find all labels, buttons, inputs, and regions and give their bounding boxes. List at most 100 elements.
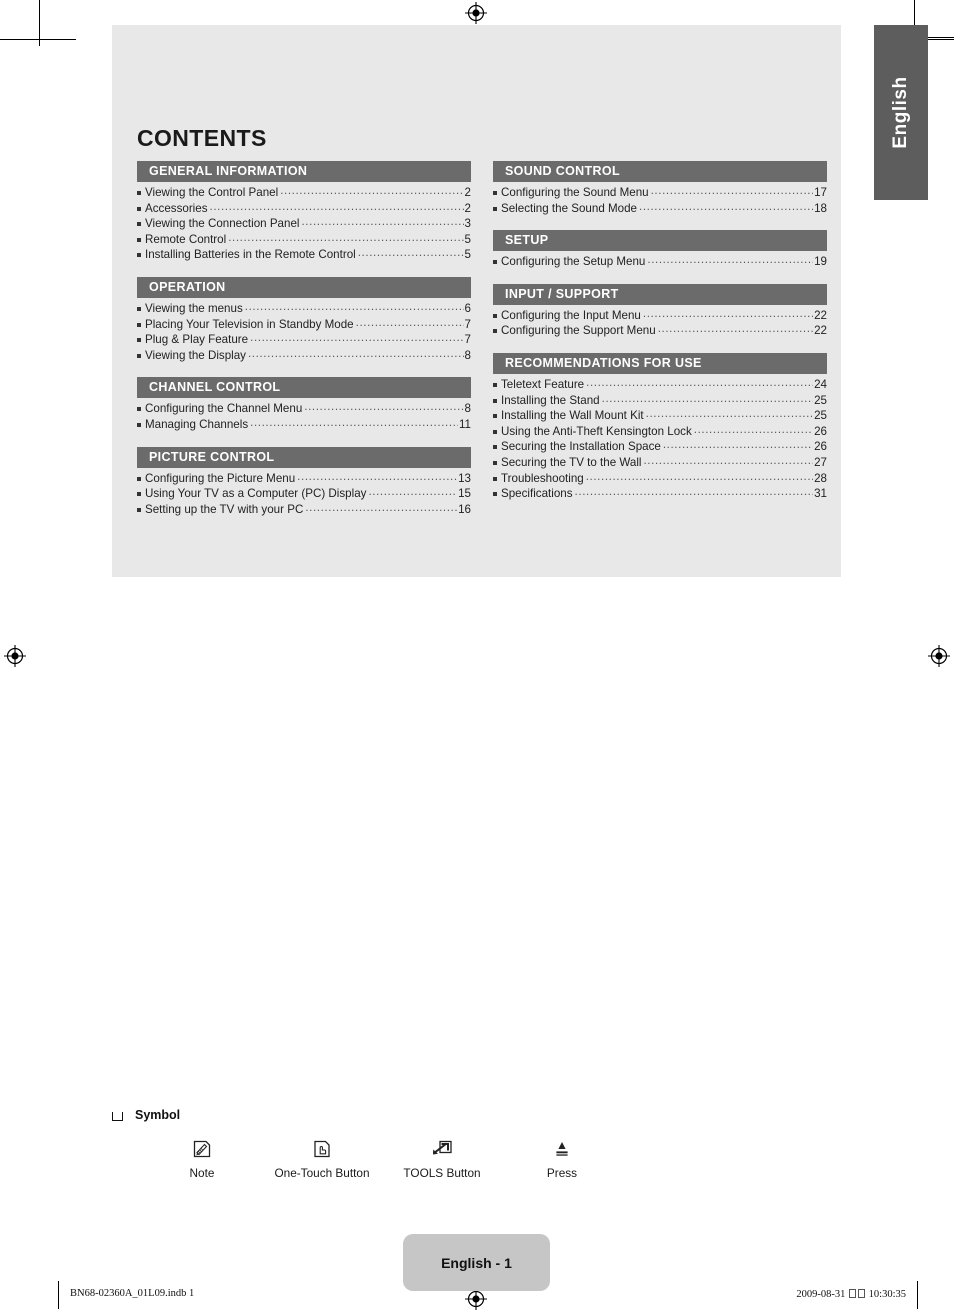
- toc-entry-page-number: 27: [814, 455, 827, 469]
- toc-section-heading: OPERATION: [137, 276, 471, 298]
- toc-entry[interactable]: Selecting the Sound Mode 18: [493, 201, 827, 217]
- symbol-item-label: Press: [546, 1166, 578, 1180]
- toc-entry-label: Viewing the menus: [145, 301, 243, 315]
- toc-entry-label: Setting up the TV with your PC: [145, 502, 304, 516]
- toc-entry[interactable]: Viewing the Display 8: [137, 348, 471, 364]
- toc-entry-page-number: 25: [814, 409, 827, 423]
- toc-leader-dots: [356, 315, 464, 331]
- square-bullet-icon: [137, 507, 141, 512]
- square-bullet-icon: [137, 322, 141, 327]
- toc-section-body: Viewing the Control Panel2Accessories2Vi…: [137, 182, 471, 263]
- missing-glyph-icon-2: [858, 1289, 866, 1298]
- toc-entry[interactable]: Specifications 31: [493, 486, 827, 502]
- contents-panel: CONTENTS GENERAL INFORMATION Viewing the …: [112, 25, 841, 577]
- footer-left-rule: [58, 1281, 59, 1309]
- page-number-badge: English - 1: [403, 1234, 550, 1291]
- toc-entry-page-number: 26: [814, 424, 827, 438]
- toc-section: GENERAL INFORMATION Viewing the Control P…: [137, 161, 471, 263]
- square-bullet-icon: [493, 260, 497, 265]
- toc-leader-dots: [658, 321, 813, 337]
- square-bullet-icon: [493, 398, 497, 403]
- toc-leader-dots: [663, 437, 813, 453]
- toc-entry-label: Installing Batteries in the Remote Contr…: [145, 248, 356, 262]
- square-bullet-icon: [137, 306, 141, 311]
- square-bullet-icon: [493, 476, 497, 481]
- toc-entry-page-number: 31: [814, 487, 827, 501]
- toc-leader-dots: [304, 399, 463, 415]
- toc-entry-page-number: 17: [814, 186, 827, 199]
- toc-entry-label: Installing the Stand: [501, 393, 600, 407]
- toc-leader-dots: [639, 199, 813, 215]
- toc-section-body: Teletext Feature 24 Installing the Stand 25…: [493, 374, 827, 502]
- toc-section-heading: RECOMMENDATIONS FOR USE: [493, 352, 827, 374]
- symbol-item-label: Note: [189, 1166, 215, 1180]
- press-arrow-icon: [502, 1138, 622, 1160]
- registration-mark-bottom-center: [465, 1288, 487, 1310]
- toc-section-body: Configuring the Input Menu22Configuring …: [493, 305, 827, 339]
- toc-entry-page-number: 11: [458, 417, 471, 431]
- footer-date: 2009-08-31: [796, 1289, 846, 1300]
- toc-entry-page-number: 6: [464, 301, 471, 315]
- toc-section: INPUT / SUPPORT Configuring the Input Men…: [493, 283, 827, 339]
- toc-entry-label: Configuring the Sound Menu: [501, 186, 649, 199]
- footer-time: 10:30:35: [868, 1289, 906, 1300]
- toc-leader-dots: [646, 406, 813, 422]
- contents-columns: GENERAL INFORMATION Viewing the Control P…: [137, 161, 827, 517]
- toc-entry-label: Configuring the Setup Menu: [501, 255, 646, 269]
- toc-entry-label: Managing Channels: [145, 417, 249, 431]
- toc-entry[interactable]: Setting up the TV with your PC 16: [137, 502, 471, 518]
- toc-entry-page-number: 24: [814, 377, 827, 391]
- toc-entry-page-number: 8: [464, 402, 471, 416]
- checkbox-bullet-icon: [112, 1111, 123, 1121]
- toc-entry-page-number: 26: [814, 440, 827, 454]
- footer-file-name: BN68-02360A_01L09.indb 1: [70, 1288, 195, 1299]
- toc-entry-page-number: 8: [464, 348, 471, 362]
- note-pencil-icon: [142, 1138, 262, 1160]
- toc-entry-label: Configuring the Support Menu: [501, 324, 656, 338]
- toc-entry[interactable]: Managing Channels 11: [137, 417, 471, 433]
- toc-entry-page-number: 7: [464, 317, 471, 331]
- square-bullet-icon: [137, 476, 141, 481]
- toc-section-body: Viewing the menus6Placing Your Televisio…: [137, 298, 471, 363]
- toc-leader-dots: [647, 252, 813, 268]
- toc-leader-dots: [602, 391, 813, 407]
- symbol-heading-label: Symbol: [135, 1108, 181, 1122]
- toc-leader-dots: [297, 469, 457, 485]
- toc-entry-label: Installing the Wall Mount Kit: [501, 409, 644, 423]
- square-bullet-icon: [493, 414, 497, 419]
- toc-section: SETUP Configuring the Setup Menu 19: [493, 230, 827, 270]
- toc-section-body: Configuring the Setup Menu 19: [493, 251, 827, 270]
- toc-entry[interactable]: Configuring the Setup Menu 19: [493, 254, 827, 270]
- toc-section-heading: CHANNEL CONTROL: [137, 377, 471, 399]
- symbol-item: TOOLS Button: [382, 1138, 502, 1180]
- toc-entry-page-number: 13: [458, 471, 471, 485]
- toc-entry-label: Teletext Feature: [501, 377, 585, 391]
- toc-leader-dots: [305, 500, 457, 516]
- toc-entry-label: Configuring the Picture Menu: [145, 471, 296, 485]
- page-title: CONTENTS: [137, 125, 267, 151]
- language-tab-label: English: [890, 76, 911, 149]
- symbol-item: Press: [502, 1138, 622, 1180]
- symbol-item-label: TOOLS Button: [403, 1166, 481, 1180]
- toc-entry-label: Accessories: [145, 201, 208, 215]
- toc-section: OPERATIONViewing the menus6Placing Your …: [137, 276, 471, 363]
- registration-mark-left: [4, 645, 26, 667]
- square-bullet-icon: [493, 382, 497, 387]
- language-tab: English: [874, 25, 928, 200]
- toc-leader-dots: [586, 375, 813, 391]
- toc-entry-page-number: 28: [814, 471, 827, 485]
- toc-section-body: Configuring the Channel Menu8Managing Ch…: [137, 398, 471, 432]
- toc-entry[interactable]: Configuring the Support Menu 22: [493, 323, 827, 339]
- square-bullet-icon: [493, 313, 497, 318]
- toc-entry[interactable]: Installing Batteries in the Remote Contr…: [137, 247, 471, 263]
- square-bullet-icon: [493, 429, 497, 434]
- crop-mark-top-left-horizontal: [0, 39, 76, 40]
- toc-leader-dots: [250, 415, 458, 431]
- toc-entry-page-number: 2: [464, 201, 471, 215]
- toc-section-body: Configuring the Sound Menu 17 Selecting th…: [493, 182, 827, 216]
- toc-section-heading: SOUND CONTROL: [493, 161, 827, 182]
- footer-right-rule: [917, 1281, 918, 1309]
- symbol-item-label: One-Touch Button: [274, 1166, 370, 1180]
- toc-leader-dots: [210, 199, 464, 215]
- toc-section: RECOMMENDATIONS FOR USE Teletext Feature 2…: [493, 352, 827, 502]
